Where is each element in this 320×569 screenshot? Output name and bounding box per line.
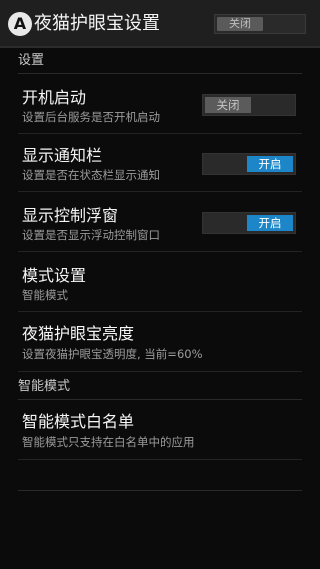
notification-bar-switch-label: 开启 (247, 156, 293, 172)
mode-setting-summary: 智能模式 (22, 288, 68, 302)
section-header-smart-mode: 智能模式 (18, 378, 302, 400)
whitelist-title: 智能模式白名单 (22, 412, 135, 431)
floating-window-summary: 设置是否显示浮动控制窗口 (22, 228, 160, 242)
list-end-divider (18, 490, 302, 491)
brightness-summary: 设置夜猫护眼宝透明度, 当前=60% (22, 347, 203, 361)
brightness-title: 夜猫护眼宝亮度 (22, 324, 135, 343)
setting-item-brightness[interactable]: 夜猫护眼宝亮度 设置夜猫护眼宝透明度, 当前=60% (18, 314, 302, 372)
boot-start-switch-label: 关闭 (205, 97, 251, 113)
setting-item-mode[interactable]: 模式设置 智能模式 (18, 254, 302, 312)
setting-item-notification-bar[interactable]: 显示通知栏 设置是否在状态栏显示通知 开启 (18, 136, 302, 192)
floating-window-switch-label: 开启 (247, 215, 293, 231)
whitelist-summary: 智能模式只支持在白名单中的应用 (22, 435, 195, 449)
master-toggle-label: 关闭 (217, 17, 263, 31)
boot-start-switch[interactable]: 关闭 (202, 94, 296, 116)
floating-window-title: 显示控制浮窗 (22, 206, 119, 225)
boot-start-summary: 设置后台服务是否开机启动 (22, 110, 160, 124)
app-icon[interactable]: A (8, 12, 32, 36)
notification-bar-title: 显示通知栏 (22, 146, 103, 165)
master-toggle[interactable]: 关闭 (214, 14, 306, 34)
notification-bar-switch[interactable]: 开启 (202, 153, 296, 175)
setting-item-whitelist[interactable]: 智能模式白名单 智能模式只支持在白名单中的应用 (18, 402, 302, 460)
boot-start-title: 开机启动 (22, 88, 87, 107)
setting-item-floating-window[interactable]: 显示控制浮窗 设置是否显示浮动控制窗口 开启 (18, 194, 302, 252)
setting-item-boot-start[interactable]: 开机启动 设置后台服务是否开机启动 关闭 (18, 78, 302, 134)
page-title: 夜猫护眼宝设置 (34, 13, 160, 34)
section-header-settings: 设置 (18, 52, 302, 74)
mode-setting-title: 模式设置 (22, 266, 87, 285)
floating-window-switch[interactable]: 开启 (202, 212, 296, 234)
action-bar: A 夜猫护眼宝设置 关闭 (0, 0, 320, 48)
notification-bar-summary: 设置是否在状态栏显示通知 (22, 168, 160, 182)
